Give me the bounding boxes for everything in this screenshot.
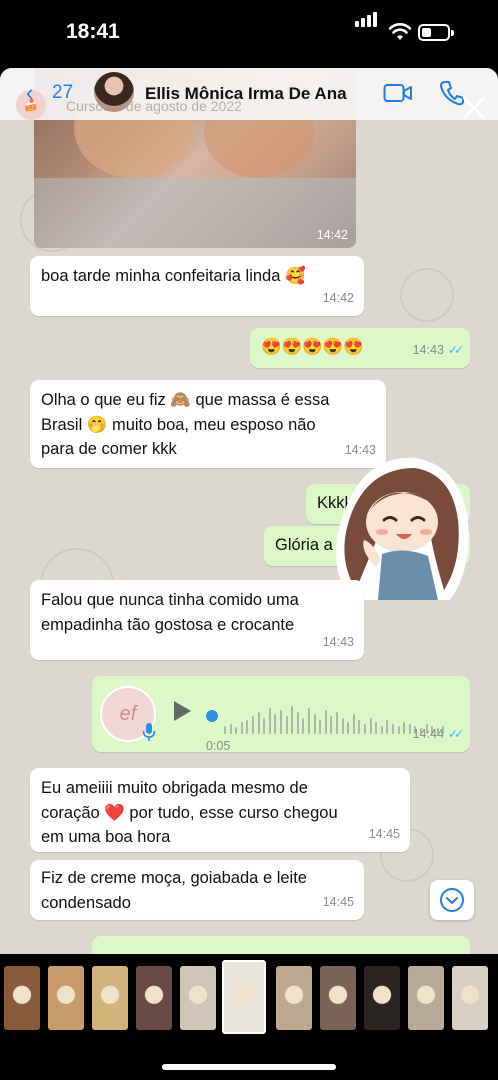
message-time: 14:43 ✓✓ xyxy=(412,342,464,357)
photo-time: 14:42 xyxy=(316,228,348,242)
waveform-bar xyxy=(308,708,310,734)
message-outgoing-partial[interactable] xyxy=(92,936,470,954)
waveform-bar xyxy=(291,706,294,734)
battery-icon xyxy=(418,24,450,41)
contact-name[interactable]: Ellis Mônica Irma De Ana xyxy=(145,84,347,104)
waveform-bar xyxy=(319,720,322,734)
waveform-bar xyxy=(252,716,254,734)
back-chevron-icon[interactable]: ‹ xyxy=(26,80,33,106)
story-card: 14:42 🍰 ‹ 27 Cursos 3 de agosto de 2022 … xyxy=(0,68,498,954)
story-thumbnail[interactable] xyxy=(92,966,128,1030)
waveform-bar xyxy=(408,724,411,734)
story-thumbnail[interactable] xyxy=(452,966,488,1030)
message-incoming[interactable]: boa tarde minha confeitaria linda 🥰 14:4… xyxy=(30,256,364,316)
waveform-bar xyxy=(369,718,372,734)
wifi-icon xyxy=(388,23,412,40)
story-thumbnail[interactable] xyxy=(408,966,444,1030)
waveform-bar xyxy=(386,720,389,734)
message-text: Eu ameiiii muito obrigada mesmo de coraç… xyxy=(41,779,338,846)
scroll-down-icon xyxy=(440,888,464,912)
waveform-bar xyxy=(336,712,338,734)
waveform-bar xyxy=(380,726,383,734)
story-thumbnail[interactable] xyxy=(48,966,84,1030)
anime-girl-sticker xyxy=(336,457,469,600)
read-ticks-icon: ✓✓ xyxy=(447,342,464,357)
message-incoming[interactable]: Fiz de creme moça, goiabada e leite cond… xyxy=(30,860,364,920)
status-bar: 18:41 xyxy=(0,0,498,66)
message-incoming[interactable]: Falou que nunca tinha comido uma empadin… xyxy=(30,580,364,660)
story-thumbnail[interactable] xyxy=(320,966,356,1030)
story-thumbnail-current[interactable] xyxy=(222,960,266,1034)
waveform-bar xyxy=(341,718,344,734)
waveform-bar xyxy=(358,720,361,734)
message-time: 14:42 xyxy=(322,290,354,305)
waveform-bar xyxy=(246,720,249,734)
message-text: Fiz de creme moça, goiabada e leite cond… xyxy=(41,869,307,912)
close-icon[interactable] xyxy=(462,96,486,120)
read-ticks-icon: ✓✓ xyxy=(447,726,464,741)
status-time: 18:41 xyxy=(66,20,120,43)
waveform-bar xyxy=(224,726,226,734)
avatar[interactable] xyxy=(94,72,134,112)
waveform-bar xyxy=(403,722,406,734)
waveform-bar xyxy=(324,710,327,734)
waveform-bar xyxy=(302,718,305,734)
story-thumbnail[interactable] xyxy=(364,966,400,1030)
story-thumbnail[interactable] xyxy=(276,966,312,1030)
story-thumbnail[interactable] xyxy=(4,966,40,1030)
video-call-icon[interactable] xyxy=(383,82,413,104)
waveform-bar xyxy=(257,712,260,734)
mic-icon xyxy=(142,723,156,741)
waveform-bar xyxy=(392,724,394,734)
story-thumbnail[interactable] xyxy=(136,966,172,1030)
story-thumbnail-strip[interactable] xyxy=(0,960,498,1040)
voice-duration: 0:05 xyxy=(206,739,231,753)
waveform-bar xyxy=(285,716,288,734)
waveform-bar xyxy=(235,727,238,734)
waveform-bar xyxy=(240,722,243,734)
waveform-bar xyxy=(397,726,400,734)
message-time: 14:45 xyxy=(368,826,400,841)
message-text: boa tarde minha confeitaria linda 🥰 xyxy=(41,267,306,285)
playback-position[interactable] xyxy=(206,710,218,722)
waveform-bar xyxy=(364,724,366,734)
play-icon[interactable] xyxy=(172,700,192,722)
phone-icon[interactable] xyxy=(440,80,464,106)
waveform-bar xyxy=(330,716,333,734)
message-text: Falou que nunca tinha comido uma empadin… xyxy=(41,591,299,634)
message-text: 😍😍😍😍😍 xyxy=(261,338,364,356)
waveform-bar xyxy=(263,718,266,734)
waveform-bar xyxy=(280,710,282,734)
message-time: 14:44 ✓✓ xyxy=(412,726,464,741)
message-time: 14:43 xyxy=(322,634,354,649)
waveform-bar xyxy=(268,708,271,734)
waveform-bar xyxy=(375,722,378,734)
chat-header: 🍰 ‹ 27 Cursos 3 de agosto de 2022 Ellis … xyxy=(0,68,498,120)
waveform-bar xyxy=(296,712,299,734)
waveform-bar xyxy=(347,722,350,734)
story-thumbnail[interactable] xyxy=(180,966,216,1030)
waveform-bar xyxy=(313,714,316,734)
waveform-bar xyxy=(352,714,355,734)
home-indicator xyxy=(162,1064,336,1070)
voice-message[interactable]: ef 0:05 14:44 ✓✓ xyxy=(92,676,470,753)
message-outgoing[interactable]: 😍😍😍😍😍 14:43 ✓✓ xyxy=(250,328,470,368)
message-time: 14:45 xyxy=(322,894,354,909)
message-incoming[interactable]: Eu ameiiii muito obrigada mesmo de coraç… xyxy=(30,768,410,852)
message-text: Olha o que eu fiz 🙈 que massa é essa Bra… xyxy=(41,391,330,458)
scroll-down-button[interactable] xyxy=(430,880,474,920)
waveform-bar xyxy=(274,714,277,734)
waveform-bar xyxy=(229,724,232,734)
